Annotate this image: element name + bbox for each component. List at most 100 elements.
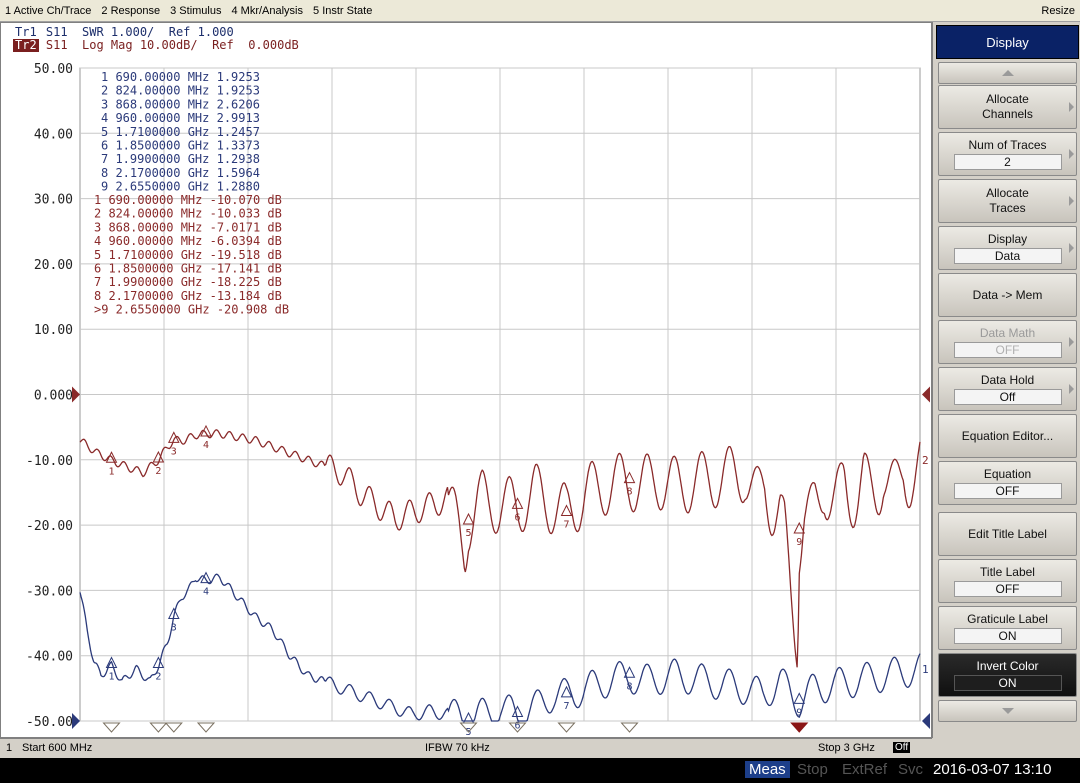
submenu-arrow-icon [1069,196,1074,206]
data-hold-button[interactable]: Data Hold Off [938,367,1077,411]
meas-status: Meas [745,761,790,778]
marker-table-tr2-row: 8 2.1700000 GHz -13.184 dB [94,289,282,303]
scroll-up-icon [1001,70,1014,76]
y-tick-label: -20.00 [26,519,73,534]
marker-table-tr2-row: 7 1.9900000 GHz -18.225 dB [94,275,282,289]
marker-number-label: 2 [155,671,161,682]
trace-end-label: 1 [922,663,929,676]
marker-number-label: 9 [796,707,802,718]
y-tick-label: 30.00 [34,193,73,208]
extref-status: ExtRef [842,761,888,778]
menu-mkr-analysis[interactable]: 4 Mkr/Analysis [226,5,308,17]
allocate-channels-button[interactable]: Allocate Channels [938,85,1077,129]
marker-number-label: 7 [564,520,570,531]
y-tick-label: -30.00 [26,584,73,599]
graticule-label-button[interactable]: Graticule Label ON [938,606,1077,650]
marker-table-tr1-row: 2 824.00000 MHz 1.9253 [101,84,260,98]
tr1-ref-marker-left [72,713,80,729]
ref-level-marker-right [922,386,930,403]
stimulus-marker-triangle [620,722,639,733]
channel-number: 1 [6,742,13,754]
marker-number-label: 3 [171,446,177,457]
num-of-traces-value: 2 [953,154,1062,170]
trace1-settings: S11 SWR 1.000/ Ref 1.000 [38,25,234,39]
num-of-traces-label: Num of Traces [968,138,1047,152]
marker-table-tr1-row: 4 960.00000 MHz 2.9913 [101,111,260,125]
graticule-label-label: Graticule Label [967,612,1048,626]
menu-resize[interactable]: Resize [1036,5,1080,17]
marker-table-tr2-row: 2 824.00000 MHz -10.033 dB [94,207,282,221]
marker-triangle [200,571,212,584]
equation-editor-label: Equation Editor... [961,428,1054,443]
chart-panel[interactable]: 50.00 40.00 30.00 20.00 10.00 0.000 -10.00 -20.… [0,22,932,738]
equation-label: Equation [983,467,1032,481]
edit-title-label-label: Edit Title Label [968,526,1047,541]
marker-table-tr2-row: 6 1.8500000 GHz -17.141 dB [94,262,282,276]
equation-editor-button[interactable]: Equation Editor... [938,414,1077,458]
off-badge: Off [893,742,911,753]
marker-table-tr2-row: >9 2.6550000 GHz -20.908 dB [94,303,289,317]
num-of-traces-button[interactable]: Num of Traces 2 [938,132,1077,176]
edit-title-label-button[interactable]: Edit Title Label [938,512,1077,556]
menu-stimulus[interactable]: 3 Stimulus [165,5,226,17]
y-tick-label: -40.00 [26,650,73,665]
title-label-value: OFF [953,581,1062,597]
marker-number-label: 1 [109,466,115,477]
display-label: Display [987,232,1028,246]
stimulus-marker-triangle [196,722,216,733]
ifbw-setting[interactable]: IFBW 70 kHz [425,742,490,754]
marker-number-label: 7 [564,701,570,712]
allocate-channels-label: Allocate Channels [982,92,1033,121]
allocate-traces-button[interactable]: Allocate Traces [938,179,1077,223]
data-to-mem-button[interactable]: Data -> Mem [938,273,1077,317]
softkey-scroll-down-button[interactable] [938,700,1077,722]
invert-color-label: Invert Color [976,659,1039,673]
svc-status: Svc [898,761,924,778]
y-tick-label: 40.00 [34,127,73,142]
stop-status: Stop [797,761,828,778]
invert-color-button[interactable]: Invert Color ON [938,653,1077,697]
marker-table-tr1-row: 9 2.6550000 GHz 1.2880 [101,180,260,194]
trace2-header[interactable]: Tr2 S11 Log Mag 10.00dB/ Ref 0.000dB [13,39,299,52]
marker-number-label: 1 [109,671,115,682]
stimulus-marker-triangle [790,722,809,733]
title-label-label: Title Label [980,565,1035,579]
marker-table-tr2-row: 4 960.00000 MHz -6.0394 dB [94,234,282,248]
menu-active-ch-trace[interactable]: 1 Active Ch/Trace [0,5,96,17]
data-math-value: OFF [953,342,1062,358]
submenu-arrow-icon [1069,243,1074,253]
stimulus-marker-triangle [557,722,576,733]
equation-button[interactable]: Equation OFF [938,461,1077,505]
y-tick-label: -10.00 [26,454,73,469]
display-button[interactable]: Display Data [938,226,1077,270]
y-tick-label: 10.00 [34,323,73,338]
stimulus-marker-triangle [102,722,121,733]
trace2-badge: Tr2 [13,38,39,52]
marker-table-tr1-row: 3 868.00000 MHz 2.6206 [101,97,260,111]
data-math-button[interactable]: Data Math OFF [938,320,1077,364]
marker-number-label: 5 [466,528,472,539]
start-frequency[interactable]: Start 600 MHz [22,742,92,754]
menu-instr-state[interactable]: 5 Instr State [308,5,377,17]
marker-triangle [511,497,524,509]
data-to-mem-label: Data -> Mem [972,287,1043,302]
softkey-scroll-up-button[interactable] [938,62,1077,84]
title-label-button[interactable]: Title Label OFF [938,559,1077,603]
marker-table-tr2-row: 3 868.00000 MHz -7.0171 dB [94,220,282,234]
marker-table-tr2-row: 1 690.00000 MHz -10.070 dB [94,193,282,207]
trace2-settings: S11 Log Mag 10.00dB/ Ref 0.000dB [38,38,299,52]
trace-plot: 50.00 40.00 30.00 20.00 10.00 0.000 -10.00 -20.… [26,62,930,737]
y-tick-label: 20.00 [34,258,73,273]
marker-triangle [793,692,806,704]
data-hold-label: Data Hold [980,373,1035,387]
softkey-panel: Display Allocate Channels Num of Traces 2… [932,22,1080,738]
marker-number-label: 9 [796,537,802,548]
data-hold-value: Off [953,389,1062,405]
submenu-arrow-icon [1069,384,1074,394]
menu-response[interactable]: 2 Response [96,5,165,17]
menu-bar: 1 Active Ch/Trace 2 Response 3 Stimulus … [0,0,1080,22]
stop-frequency[interactable]: Stop 3 GHz [818,742,875,754]
marker-triangle [511,705,524,717]
marker-table-tr1-row: 1 690.00000 MHz 1.9253 [101,70,260,84]
y-tick-label: -50.00 [26,715,73,730]
